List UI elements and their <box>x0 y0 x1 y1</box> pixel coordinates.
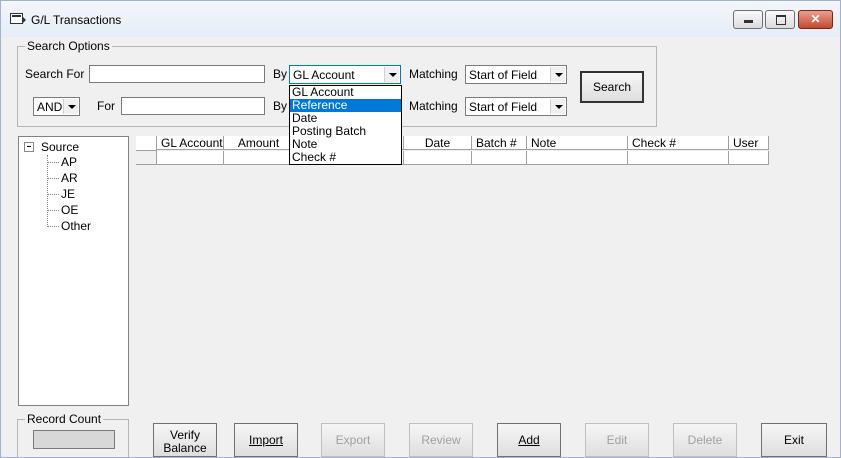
search-options-legend: Search Options <box>25 39 112 53</box>
review-button[interactable]: Review <box>409 423 473 457</box>
column-header-user[interactable]: User <box>729 136 769 150</box>
matching-select-2[interactable]: Start of Field <box>465 97 567 116</box>
import-button-label: Import <box>248 433 283 447</box>
table-cell[interactable] <box>157 151 224 165</box>
chevron-down-icon[interactable] <box>63 99 78 114</box>
edit-button-label: Edit <box>606 433 628 447</box>
chevron-down-icon[interactable] <box>550 99 565 114</box>
tree-node-label: Other <box>61 219 92 233</box>
tree-node-other[interactable]: Other <box>47 219 91 233</box>
column-header-note[interactable]: Note <box>527 136 628 150</box>
column-header-gl-account[interactable]: GL Account <box>157 136 224 150</box>
tree-node-label: JE <box>61 187 76 201</box>
table-cell[interactable] <box>404 151 472 165</box>
by-select-1[interactable]: GL Account <box>289 65 401 84</box>
matching-select-1-value: Start of Field <box>469 68 538 82</box>
export-button[interactable]: Export <box>321 423 385 457</box>
tree-node-label: AP <box>61 155 78 169</box>
delete-button-label: Delete <box>687 433 723 447</box>
close-button[interactable]: ✕ <box>798 10 833 29</box>
tree-node-source-label: Source <box>41 140 80 154</box>
delete-button[interactable]: Delete <box>673 423 737 457</box>
table-cell[interactable] <box>628 151 729 165</box>
chevron-down-icon[interactable] <box>550 67 565 82</box>
source-tree[interactable]: Source AP AR JE OE Other <box>18 136 129 406</box>
chevron-down-icon[interactable] <box>384 67 399 82</box>
table-cell[interactable] <box>729 151 769 165</box>
tree-node-oe[interactable]: OE <box>47 203 78 217</box>
collapse-icon[interactable] <box>24 142 34 152</box>
matching-label-2: Matching <box>409 99 458 113</box>
tree-node-je[interactable]: JE <box>47 187 75 201</box>
search-for-label: Search For <box>25 67 85 81</box>
tree-node-label: AR <box>61 171 78 185</box>
matching-select-1[interactable]: Start of Field <box>465 65 567 84</box>
export-button-label: Export <box>335 433 371 447</box>
review-button-label: Review <box>421 433 461 447</box>
column-header-amount[interactable]: Amount <box>224 136 294 150</box>
record-count-value <box>33 430 115 449</box>
add-button-label: Add <box>518 433 540 447</box>
table-cell[interactable] <box>527 151 628 165</box>
tree-node-label: OE <box>61 203 79 217</box>
exit-button-label: Exit <box>783 433 804 447</box>
by-label-2: By <box>273 99 288 113</box>
dropdown-option-check[interactable]: Check # <box>290 151 401 164</box>
app-icon[interactable] <box>10 13 26 24</box>
import-button[interactable]: Import <box>234 423 298 457</box>
title-bar[interactable]: G/L Transactions ✕ <box>1 1 840 37</box>
verify-balance-line2: Balance <box>163 440 207 455</box>
search-for-input[interactable] <box>89 65 265 83</box>
operator-select-value: AND <box>37 100 63 114</box>
main-window: G/L Transactions ✕ Search Options Search… <box>0 0 841 458</box>
table-cell[interactable] <box>472 151 527 165</box>
transactions-grid[interactable]: GL Account Amount Date Batch # Note Chec… <box>136 136 769 166</box>
verify-balance-line1: Verify <box>169 427 200 442</box>
close-icon: ✕ <box>810 12 821 26</box>
column-header-batch[interactable]: Batch # <box>472 136 527 150</box>
search-button[interactable]: Search <box>580 71 644 103</box>
tree-node-ap[interactable]: AP <box>47 155 77 169</box>
by-label-1: By <box>273 67 288 81</box>
minimize-button[interactable] <box>733 10 763 29</box>
matching-label-1: Matching <box>409 67 458 81</box>
by-select-1-value: GL Account <box>293 68 355 82</box>
verify-balance-button[interactable]: Verify Balance <box>153 423 217 457</box>
add-button[interactable]: Add <box>497 423 561 457</box>
column-header-date[interactable]: Date <box>404 136 472 150</box>
operator-select[interactable]: AND <box>33 97 80 116</box>
table-row[interactable] <box>136 151 769 165</box>
maximize-button[interactable] <box>765 10 795 29</box>
exit-button[interactable]: Exit <box>761 423 827 457</box>
table-cell[interactable] <box>224 151 294 165</box>
by-dropdown-list[interactable]: GL Account Reference Date Posting Batch … <box>289 85 402 165</box>
for-label: For <box>97 99 115 113</box>
edit-button[interactable]: Edit <box>585 423 649 457</box>
window-title: G/L Transactions <box>31 13 122 27</box>
for-input[interactable] <box>121 97 265 115</box>
maximize-icon <box>776 15 786 25</box>
minimize-icon <box>744 20 753 23</box>
column-header-check[interactable]: Check # <box>628 136 729 150</box>
grid-corner <box>136 136 157 151</box>
matching-select-2-value: Start of Field <box>469 100 538 114</box>
tree-node-ar[interactable]: AR <box>47 171 78 185</box>
row-header[interactable] <box>136 151 157 165</box>
record-count-legend: Record Count <box>25 412 104 426</box>
